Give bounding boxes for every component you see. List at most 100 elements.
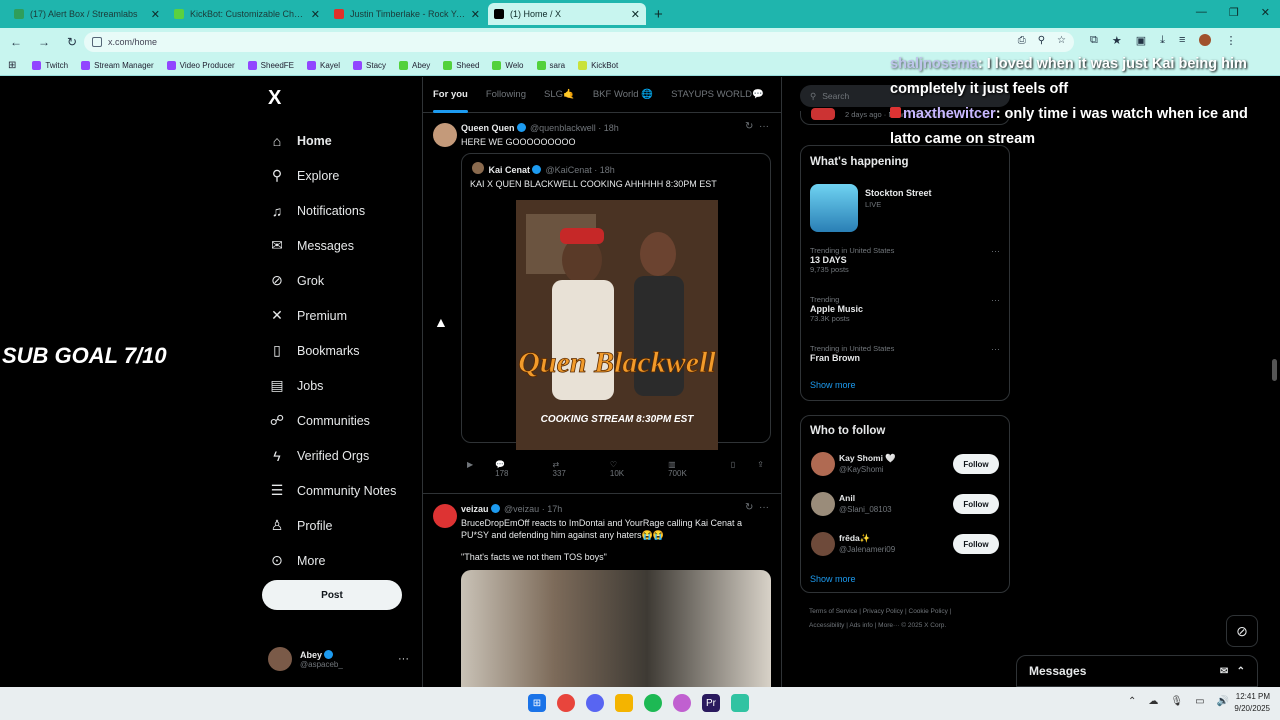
premiere-pro-icon[interactable]: Pr bbox=[702, 694, 720, 712]
new-tab-button[interactable]: + bbox=[654, 6, 663, 23]
clock[interactable]: 12:41 PM 9/20/2025 bbox=[1226, 691, 1270, 715]
more-dots-icon[interactable]: ··· bbox=[991, 344, 1000, 354]
tweet[interactable]: veizau @veizau · 17h ↻ ··· BruceDropEmOf… bbox=[423, 494, 781, 687]
file-explorer-icon[interactable] bbox=[615, 694, 633, 712]
download-icon[interactable]: ⤓ bbox=[1160, 34, 1165, 47]
avatar[interactable] bbox=[811, 492, 835, 516]
bookmark-sheed[interactable]: Sheed bbox=[443, 61, 479, 70]
follow-name[interactable]: frēda✨ bbox=[839, 533, 870, 544]
chevron-up-icon[interactable]: ⌃ bbox=[1128, 696, 1136, 707]
like-button[interactable]: ♡ 10K bbox=[610, 460, 646, 478]
follow-button[interactable]: Follow bbox=[953, 454, 999, 474]
discord-icon[interactable] bbox=[586, 694, 604, 712]
close-window-icon[interactable]: ✕ bbox=[1261, 6, 1270, 19]
bookmark-stacy[interactable]: Stacy bbox=[353, 61, 386, 70]
trend-item[interactable]: Trending Apple Music 73.3K posts ··· bbox=[810, 295, 1000, 323]
windows-start-icon[interactable]: ⊞ bbox=[528, 694, 546, 712]
share-icon[interactable]: ⇪ bbox=[757, 460, 764, 478]
follow-button[interactable]: Follow bbox=[953, 494, 999, 514]
account-switcher[interactable]: Abey @aspaceb_ ··· bbox=[268, 647, 409, 671]
trend-item[interactable]: Trending in United States 13 DAYS 9,735 … bbox=[810, 246, 1000, 274]
close-icon[interactable]: ✕ bbox=[311, 8, 320, 21]
reply-button[interactable]: 💬 178 bbox=[495, 460, 530, 478]
bookmark-video-producer[interactable]: Video Producer bbox=[166, 61, 235, 70]
grok-icon[interactable]: ↻ bbox=[745, 121, 753, 132]
bookmark-twitch[interactable]: Twitch bbox=[32, 61, 68, 70]
zoom-icon[interactable]: ⚲ bbox=[1038, 35, 1045, 46]
menu-icon[interactable]: ⋮ bbox=[1225, 34, 1236, 47]
follow-button[interactable]: Follow bbox=[953, 534, 999, 554]
x-logo-icon[interactable]: X bbox=[268, 87, 281, 110]
bookmark-kayel[interactable]: Kayel bbox=[307, 61, 340, 70]
tab-slg[interactable]: SLG🤙 bbox=[544, 77, 575, 113]
avatar[interactable] bbox=[433, 123, 457, 147]
bookmark-icon[interactable]: ▯ bbox=[731, 460, 735, 478]
url-input[interactable]: x.com/home ⎙ ⚲ ☆ bbox=[84, 32, 1074, 52]
sidebar-item-community-notes[interactable]: ☰ Community Notes bbox=[268, 473, 397, 508]
media-icon[interactable]: ≡ bbox=[1179, 34, 1185, 47]
live-thumbnail[interactable] bbox=[810, 184, 858, 232]
more-dots-icon[interactable]: ··· bbox=[991, 246, 1000, 256]
spotify-icon[interactable] bbox=[644, 694, 662, 712]
sidebar-item-profile[interactable]: ♙ Profile bbox=[268, 508, 396, 543]
cloud-icon[interactable]: ☁ bbox=[1148, 696, 1158, 707]
more-dots-icon[interactable]: ··· bbox=[398, 653, 409, 665]
poster-image[interactable]: Quen Blackwell COOKING STREAM 8:30PM EST bbox=[516, 200, 718, 450]
bookmark-sara[interactable]: sara bbox=[536, 61, 565, 70]
bookmark-star-icon[interactable]: ★ bbox=[1112, 34, 1122, 47]
close-icon[interactable]: ✕ bbox=[471, 8, 480, 21]
author-name[interactable]: Queen Quen bbox=[461, 123, 515, 133]
tab-search-icon[interactable]: ▣ bbox=[1136, 34, 1146, 47]
copilot-icon[interactable] bbox=[673, 694, 691, 712]
network-icon[interactable]: ▭ bbox=[1195, 696, 1204, 707]
sidebar-item-grok[interactable]: ⊘ Grok bbox=[268, 263, 396, 298]
quoted-tweet[interactable]: Kai Cenat @KaiCenat · 18h KAI X QUEN BLA… bbox=[461, 153, 771, 450]
author-handle[interactable]: @veizau bbox=[504, 504, 539, 514]
footer-link[interactable]: Ads info bbox=[849, 622, 873, 629]
author-handle[interactable]: @quenblackwell bbox=[530, 123, 596, 133]
tab-following[interactable]: Following bbox=[486, 77, 526, 113]
avatar[interactable] bbox=[433, 504, 457, 528]
minimize-icon[interactable]: — bbox=[1196, 6, 1207, 19]
messages-drawer[interactable]: Messages ✉ ⌃ bbox=[1016, 655, 1258, 687]
avatar[interactable] bbox=[811, 532, 835, 556]
grok-button[interactable]: ⊘ bbox=[1226, 615, 1258, 647]
sidebar-item-explore[interactable]: ⚲ Explore bbox=[268, 158, 396, 193]
chrome-icon[interactable] bbox=[557, 694, 575, 712]
tab-stayups-world[interactable]: STAYUPS WORLD💬 bbox=[671, 77, 764, 113]
footer-link[interactable]: Cookie Policy bbox=[909, 608, 948, 615]
post-button[interactable]: Post bbox=[262, 580, 402, 610]
live-title[interactable]: Stockton Street bbox=[865, 188, 932, 198]
close-icon[interactable]: ✕ bbox=[631, 8, 640, 21]
sidebar-item-home[interactable]: ⌂ Home bbox=[268, 123, 396, 158]
browser-tab-kickbot[interactable]: KickBot: Customizable Chat Bot ✕ bbox=[168, 3, 326, 25]
tweet[interactable]: Queen Quen @quenblackwell · 18h ↻ ··· HE… bbox=[423, 113, 781, 494]
author-name[interactable]: veizau bbox=[461, 504, 489, 514]
bookmark-sheedfe[interactable]: SheedFE bbox=[247, 61, 294, 70]
sidebar-item-notifications[interactable]: ♫ Notifications bbox=[268, 193, 396, 228]
extensions-icon[interactable]: ⧉ bbox=[1090, 34, 1098, 47]
compose-message-icon[interactable]: ✉ bbox=[1220, 666, 1228, 677]
forward-arrow-icon[interactable]: → bbox=[32, 35, 56, 49]
bookmark-welo[interactable]: Welo bbox=[492, 61, 524, 70]
more-dots-icon[interactable]: ··· bbox=[759, 121, 769, 132]
close-icon[interactable]: ✕ bbox=[151, 8, 160, 21]
show-more-link[interactable]: Show more bbox=[810, 574, 856, 584]
tweet-time[interactable]: · 17h bbox=[542, 504, 563, 514]
sidebar-item-bookmarks[interactable]: ▯ Bookmarks bbox=[268, 333, 396, 368]
more-dots-icon[interactable]: ··· bbox=[759, 502, 769, 513]
sidebar-item-more[interactable]: ⊙ More bbox=[268, 543, 396, 578]
sidebar-item-jobs[interactable]: ▤ Jobs bbox=[268, 368, 396, 403]
maximize-icon[interactable]: ❐ bbox=[1229, 6, 1239, 19]
bookmark-stream-manager[interactable]: Stream Manager bbox=[81, 61, 154, 70]
views-button[interactable]: ▥ 700K bbox=[668, 460, 709, 478]
apps-grid-icon[interactable]: ⊞ bbox=[8, 60, 16, 71]
more-dots-icon[interactable]: ··· bbox=[991, 295, 1000, 305]
browser-tab-streamlabs[interactable]: (17) Alert Box / Streamlabs ✕ bbox=[8, 3, 166, 25]
back-arrow-icon[interactable]: ← bbox=[4, 35, 28, 49]
tab-for-you[interactable]: For you bbox=[433, 77, 468, 113]
tab-bkf-world[interactable]: BKF World 🌐 bbox=[593, 77, 653, 113]
follow-name[interactable]: Kay Shomi 🤍 bbox=[839, 453, 896, 464]
browser-tab-youtube[interactable]: Justin Timberlake - Rock Your B ✕ bbox=[328, 3, 486, 25]
profile-avatar-icon[interactable] bbox=[1199, 34, 1212, 46]
